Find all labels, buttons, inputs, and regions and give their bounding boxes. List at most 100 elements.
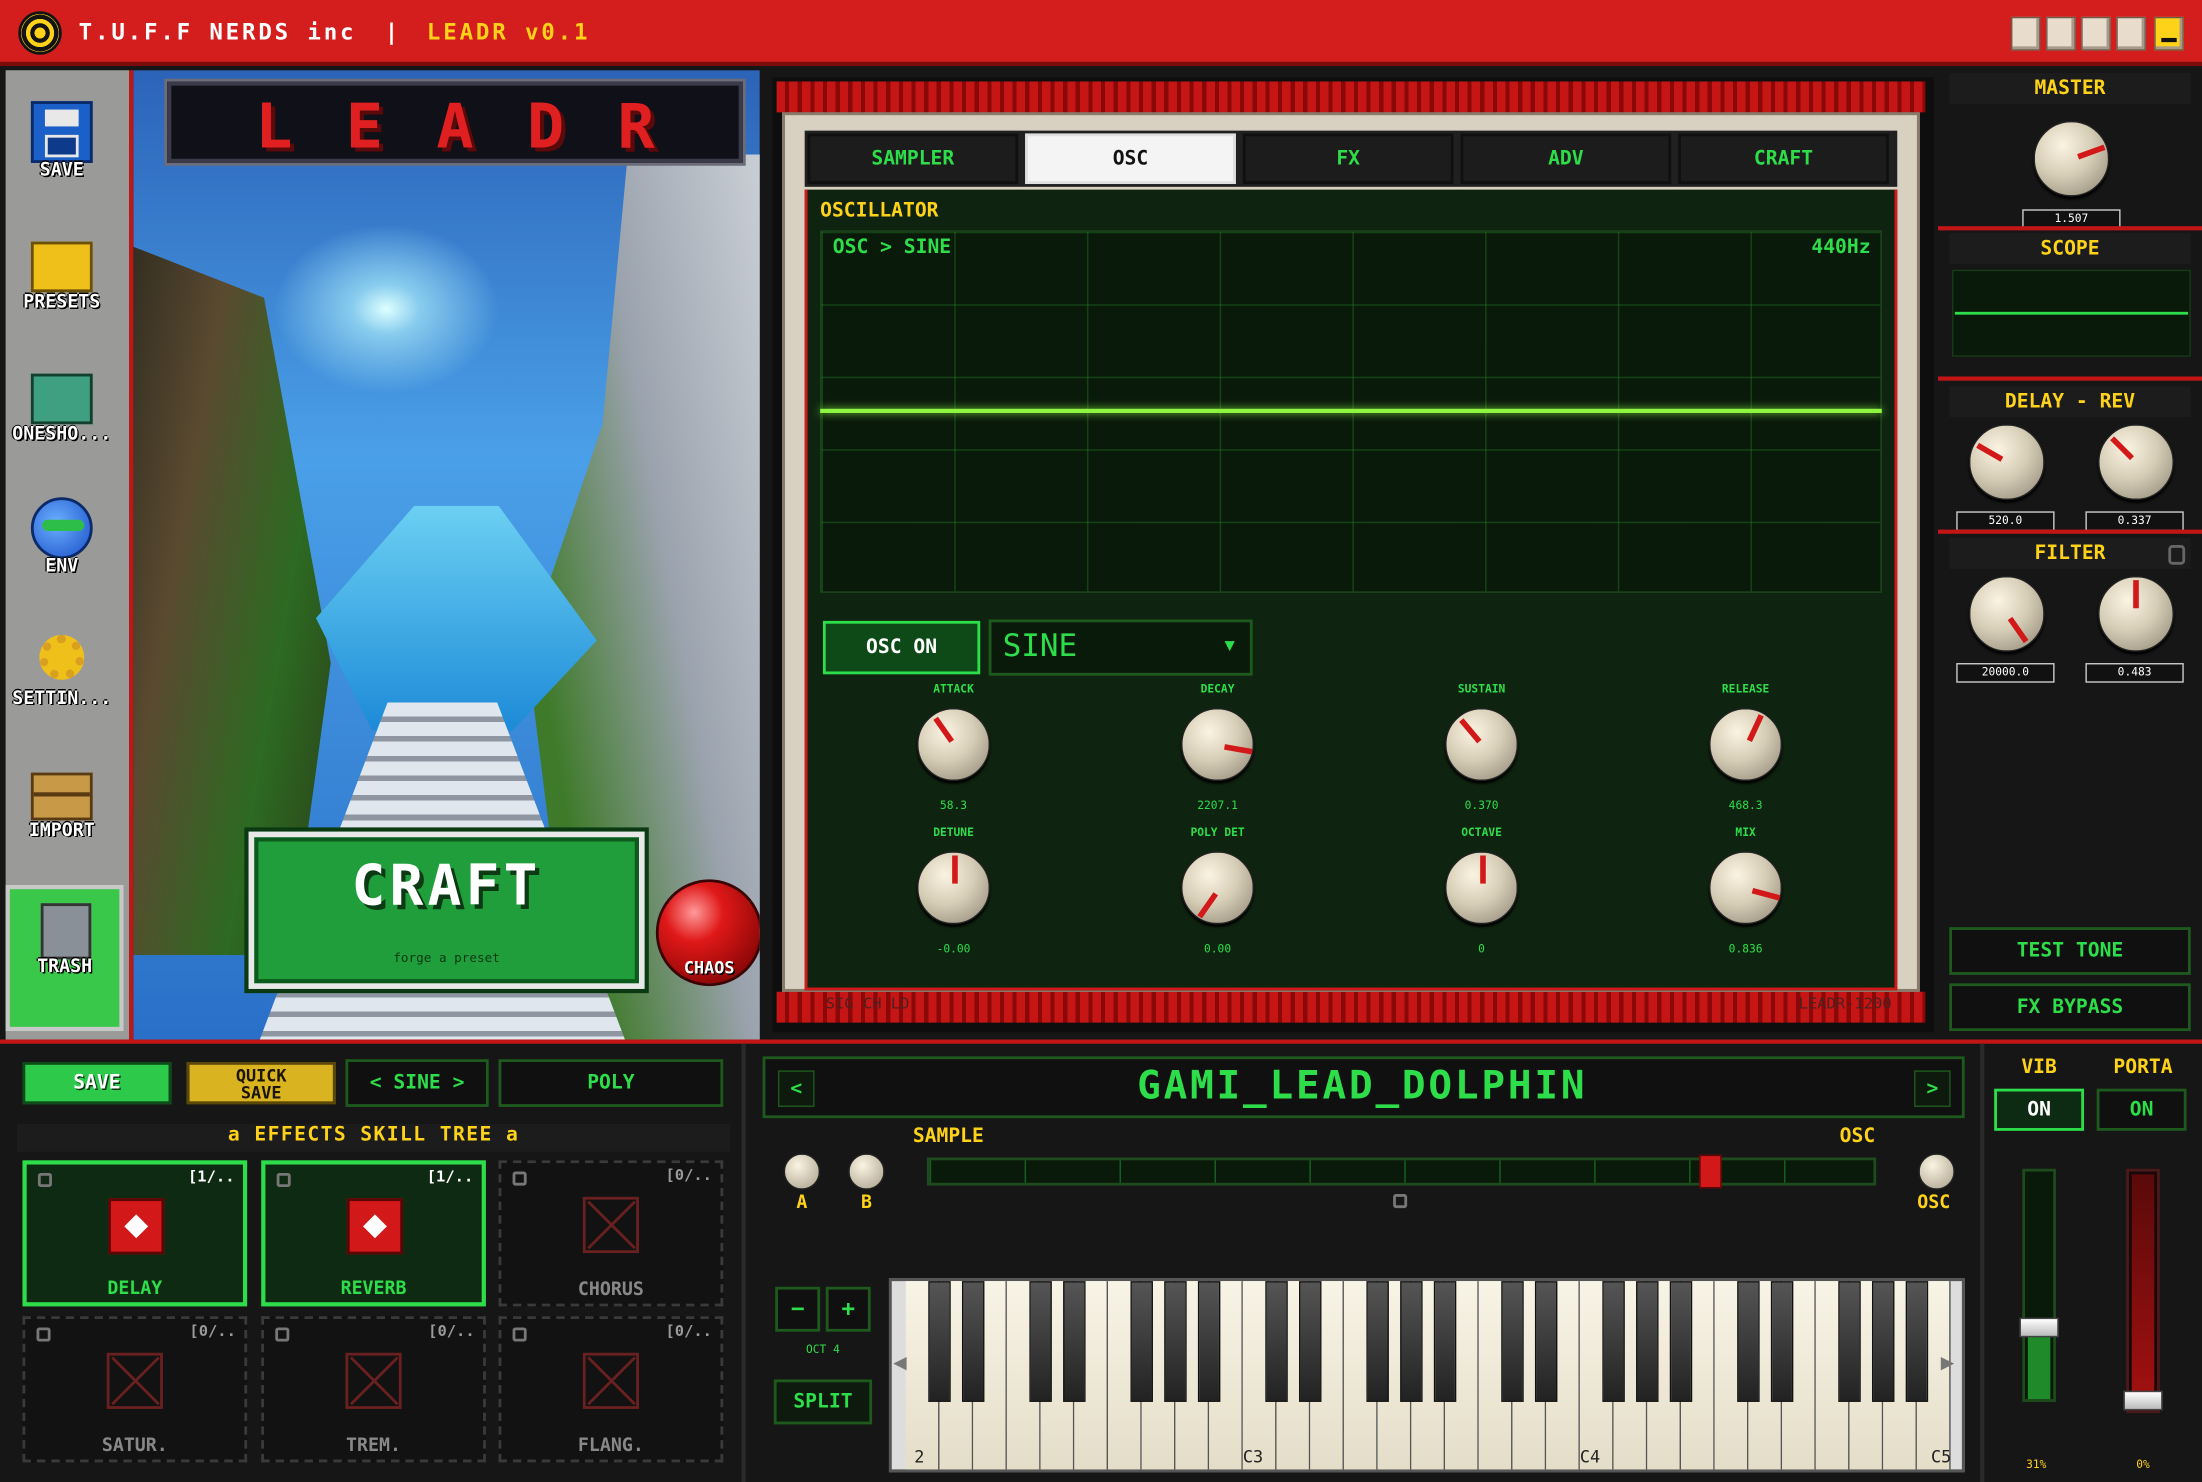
knob-decay[interactable] bbox=[1181, 707, 1255, 782]
window-button-1[interactable] bbox=[2011, 16, 2041, 51]
window-button-2[interactable] bbox=[2046, 16, 2076, 51]
skill-node-trem[interactable]: [0/.. TREM. bbox=[261, 1316, 486, 1463]
black-key[interactable] bbox=[1197, 1281, 1221, 1402]
black-key[interactable] bbox=[1770, 1281, 1794, 1402]
bottom-divider-right bbox=[1980, 1043, 1985, 1482]
black-key[interactable] bbox=[1029, 1281, 1052, 1402]
black-key[interactable] bbox=[1534, 1281, 1558, 1402]
waveform-select[interactable]: SINE bbox=[988, 619, 1253, 676]
black-key[interactable] bbox=[1299, 1281, 1322, 1402]
desktop-icon-trash[interactable]: TRASH bbox=[5, 884, 124, 1032]
artwork-panel: LEADR CRAFT forge a preset CHAOS bbox=[133, 70, 760, 1040]
osc-mix-knob[interactable] bbox=[1918, 1153, 1955, 1190]
black-key[interactable] bbox=[1501, 1281, 1524, 1402]
vibrato-slider-thumb[interactable] bbox=[2019, 1317, 2059, 1338]
black-key[interactable] bbox=[1063, 1281, 1086, 1402]
delay-knob[interactable] bbox=[1968, 424, 2045, 501]
knob-value: 468.3 bbox=[1728, 799, 1763, 812]
knob-sustain[interactable] bbox=[1445, 707, 1519, 782]
skill-node-chorus[interactable]: [0/.. CHORUS bbox=[498, 1160, 724, 1307]
save-button[interactable]: SAVE bbox=[22, 1061, 172, 1105]
black-key[interactable] bbox=[1265, 1281, 1288, 1402]
knob-release[interactable] bbox=[1709, 707, 1783, 782]
sample-osc-crossfade-slider[interactable] bbox=[926, 1157, 1877, 1186]
tab-adv[interactable]: ADV bbox=[1460, 133, 1672, 185]
black-key[interactable] bbox=[1871, 1281, 1895, 1402]
black-key[interactable] bbox=[1602, 1281, 1625, 1402]
minimize-button[interactable] bbox=[2154, 16, 2184, 51]
portamento-toggle[interactable]: ON bbox=[2096, 1088, 2187, 1131]
desktop-icon-oneshots[interactable]: ONESHO... bbox=[0, 362, 124, 486]
filter-resonance-knob[interactable] bbox=[2098, 575, 2174, 652]
window-button-3[interactable] bbox=[2081, 16, 2111, 51]
black-key[interactable] bbox=[1164, 1281, 1187, 1402]
skill-node-reverb[interactable]: [1/.. REVERB bbox=[261, 1160, 486, 1307]
reverb-knob[interactable] bbox=[2098, 424, 2174, 501]
black-key[interactable] bbox=[1130, 1281, 1153, 1402]
black-key[interactable] bbox=[928, 1281, 951, 1402]
black-key[interactable] bbox=[1366, 1281, 1389, 1402]
vibrato-toggle[interactable]: ON bbox=[1994, 1088, 2085, 1131]
craft-button-subtitle: forge a preset bbox=[393, 952, 500, 967]
tab-osc[interactable]: OSC bbox=[1025, 133, 1236, 185]
black-key[interactable] bbox=[1838, 1281, 1861, 1402]
filter-resonance-value: 0.483 bbox=[2085, 663, 2184, 683]
black-key[interactable] bbox=[1737, 1281, 1760, 1402]
black-key[interactable] bbox=[1905, 1281, 1929, 1402]
test-tone-button[interactable]: TEST TONE bbox=[1949, 927, 2191, 975]
black-key[interactable] bbox=[961, 1281, 985, 1402]
waveform-trace bbox=[820, 408, 1882, 413]
desktop-icon-save[interactable]: SAVE bbox=[0, 98, 124, 222]
knob-poly-det[interactable] bbox=[1181, 851, 1255, 925]
filter-cutoff-knob[interactable] bbox=[1968, 575, 2045, 652]
black-key[interactable] bbox=[1433, 1281, 1457, 1402]
poly-mode-button[interactable]: POLY bbox=[498, 1059, 724, 1107]
osc-on-toggle[interactable]: OSC ON bbox=[822, 620, 981, 675]
octave-down-button[interactable]: − bbox=[775, 1286, 821, 1332]
section-divider bbox=[1937, 226, 2202, 231]
piano-keyboard[interactable]: 2 C3 C4 C5 bbox=[888, 1278, 1965, 1473]
master-knob[interactable] bbox=[2033, 120, 2110, 197]
status-left: SIG CH LD bbox=[825, 994, 910, 1013]
black-key[interactable] bbox=[1669, 1281, 1693, 1402]
window-button-4[interactable] bbox=[2116, 16, 2146, 51]
desktop-icon-label: SAVE bbox=[39, 160, 84, 182]
knob-value: 58.3 bbox=[940, 799, 968, 812]
black-key[interactable] bbox=[1636, 1281, 1659, 1402]
lock-icon bbox=[512, 1327, 527, 1342]
desktop-icon-settings[interactable]: SETTIN... bbox=[0, 627, 124, 751]
vibrato-value: 31% bbox=[2026, 1458, 2047, 1471]
sample-a-knob[interactable] bbox=[783, 1153, 821, 1190]
leadr-banner-text: LEADR bbox=[255, 91, 709, 163]
desktop-icon-env[interactable]: ENV bbox=[0, 494, 124, 618]
quick-save-button[interactable]: QUICK SAVE bbox=[186, 1061, 336, 1105]
split-button[interactable]: SPLIT bbox=[773, 1379, 873, 1425]
octave-up-button[interactable]: + bbox=[825, 1286, 871, 1332]
preset-prev-button[interactable]: < bbox=[778, 1070, 815, 1107]
keyboard-scroll-right-icon[interactable]: ▶ bbox=[1941, 1349, 1955, 1376]
knob-mix[interactable] bbox=[1709, 851, 1783, 925]
desktop-icon-label: TRASH bbox=[37, 956, 93, 978]
preset-next-button[interactable]: > bbox=[1914, 1070, 1951, 1107]
waveform-cycle-button[interactable]: < SINE > bbox=[345, 1059, 489, 1107]
keyboard-scroll-left-icon[interactable]: ◀ bbox=[893, 1349, 907, 1376]
black-key[interactable] bbox=[1400, 1281, 1423, 1402]
tab-sampler[interactable]: SAMPLER bbox=[807, 133, 1019, 185]
knob-detune[interactable] bbox=[917, 851, 991, 925]
knob-attack[interactable] bbox=[917, 707, 991, 782]
portamento-slider-thumb[interactable] bbox=[2123, 1390, 2163, 1411]
sample-b-knob[interactable] bbox=[848, 1153, 885, 1190]
skill-node-satur[interactable]: [0/.. SATUR. bbox=[22, 1316, 248, 1463]
craft-button[interactable]: CRAFT forge a preset bbox=[248, 831, 645, 989]
trash-icon bbox=[40, 903, 92, 960]
desktop-icon-label: ENV bbox=[45, 556, 79, 578]
desktop-icon-import[interactable]: IMPORT bbox=[0, 759, 124, 883]
knob-octave[interactable] bbox=[1445, 851, 1519, 925]
skill-node-flang[interactable]: [0/.. FLANG. bbox=[498, 1316, 724, 1463]
desktop-icon-presets[interactable]: PRESETS bbox=[0, 230, 124, 354]
tab-craft[interactable]: CRAFT bbox=[1678, 133, 1889, 185]
tab-fx[interactable]: FX bbox=[1242, 133, 1454, 185]
crossfade-slider-thumb[interactable] bbox=[1698, 1154, 1722, 1189]
fx-bypass-button[interactable]: FX BYPASS bbox=[1949, 983, 2191, 1032]
skill-node-delay[interactable]: [1/.. DELAY bbox=[22, 1160, 248, 1307]
